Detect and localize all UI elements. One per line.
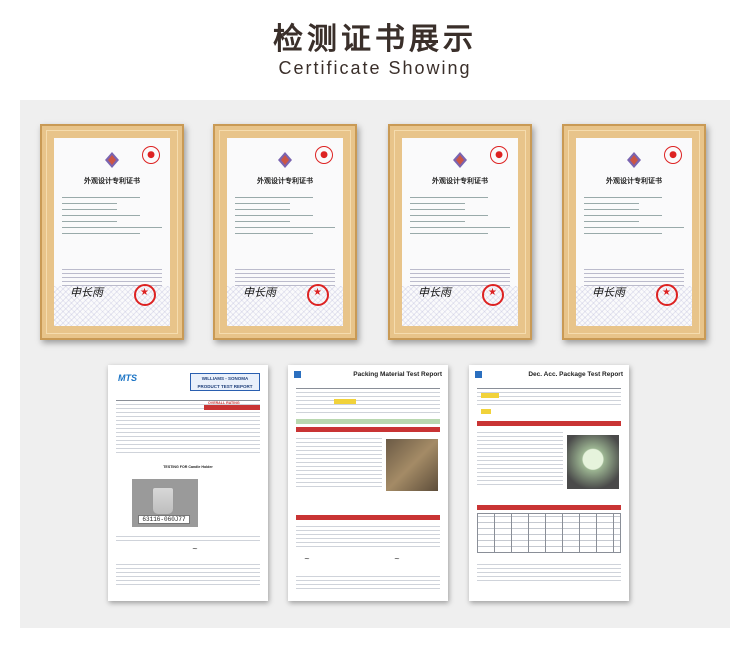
- sample-code: 63116-060J77: [138, 515, 190, 524]
- testing-for-label: TESTING FOR Candle Holder: [163, 465, 213, 469]
- status-marker: [334, 399, 356, 404]
- section-title-en: Certificate Showing: [278, 58, 472, 78]
- patent-emblem-icon: [624, 150, 644, 170]
- report-header-bar: Packing Material Test Report: [304, 371, 442, 381]
- patent-emblem-icon: [275, 150, 295, 170]
- certificate-signature: 申长雨: [592, 286, 625, 299]
- candle-holder-image: [152, 487, 174, 515]
- report-signature: ~: [394, 555, 400, 563]
- summary-bar: [296, 419, 440, 424]
- section-title-cn: 检测证书展示: [273, 22, 477, 57]
- status-marker: [481, 393, 499, 398]
- section-header: 检测证书展示 Certificate Showing: [0, 0, 750, 100]
- patent-emblem-icon: [102, 150, 122, 170]
- patent-emblem-icon: [450, 150, 470, 170]
- section-bar: [477, 421, 621, 426]
- lab-logo-icon: [294, 371, 301, 378]
- certificate-signature: 申长雨: [70, 286, 103, 299]
- certificate-frame[interactable]: ● 外观设计专利证书 申长雨: [40, 124, 184, 340]
- stamp-icon: ●: [142, 146, 160, 164]
- red-seal-icon: [656, 284, 678, 306]
- patent-certificate: ● 外观设计专利证书 申长雨: [54, 138, 170, 326]
- certificate-frame[interactable]: ● 外观设计专利证书 申长雨: [213, 124, 357, 340]
- sample-photo: 63116-060J77: [132, 479, 198, 527]
- red-seal-icon: [482, 284, 504, 306]
- patent-certificate: ● 外观设计专利证书 申长雨: [227, 138, 343, 326]
- sample-photo: [386, 439, 438, 491]
- overall-rating-label: OVERALL RATING: [208, 401, 240, 405]
- results-table: [477, 513, 621, 553]
- overall-rating-bar: [204, 405, 260, 410]
- certificate-panel: ● 外观设计专利证书 申长雨 ● 外观设计专利证书 申长雨: [20, 100, 730, 628]
- stamp-icon: ●: [664, 146, 682, 164]
- product-test-report[interactable]: MTS WILLIAMS - SONOMA PRODUCT TEST REPOR…: [108, 365, 268, 601]
- red-seal-icon: [134, 284, 156, 306]
- stamp-icon: ●: [490, 146, 508, 164]
- certificate-signature: 申长雨: [243, 286, 276, 299]
- section-bar: [477, 505, 621, 510]
- packing-material-test-report[interactable]: Packing Material Test Report ~ ~: [288, 365, 448, 601]
- report-signature: ~: [192, 545, 198, 553]
- certificate-frame[interactable]: ● 外观设计专利证书 申长雨: [562, 124, 706, 340]
- certificate-name: 外观设计专利证书: [606, 176, 662, 185]
- report-header: Packing Material Test Report: [353, 371, 442, 378]
- report-signature: ~: [304, 555, 310, 563]
- certificate-frame[interactable]: ● 外观设计专利证书 申长雨: [388, 124, 532, 340]
- report-header: Dec. Acc. Package Test Report: [528, 371, 623, 378]
- certificate-signature: 申长雨: [418, 286, 451, 299]
- certificate-name: 外观设计专利证书: [257, 176, 313, 185]
- patent-certificate: ● 外观设计专利证书 申长雨: [402, 138, 518, 326]
- status-marker: [481, 409, 491, 414]
- certificate-name: 外观设计专利证书: [84, 176, 140, 185]
- patent-certificate: ● 外观设计专利证书 申长雨: [576, 138, 692, 326]
- sample-photo: [567, 435, 619, 489]
- report-header: WILLIAMS - SONOMA PRODUCT TEST REPORT: [190, 373, 260, 391]
- package-test-report[interactable]: Dec. Acc. Package Test Report: [469, 365, 629, 601]
- section-bar: [296, 427, 440, 432]
- section-bar: [296, 515, 440, 520]
- red-seal-icon: [307, 284, 329, 306]
- lab-logo-icon: [475, 371, 482, 378]
- certificate-name: 外观设计专利证书: [432, 176, 488, 185]
- stamp-icon: ●: [315, 146, 333, 164]
- report-header-bar: Dec. Acc. Package Test Report: [485, 371, 623, 381]
- mts-logo: MTS: [118, 373, 137, 383]
